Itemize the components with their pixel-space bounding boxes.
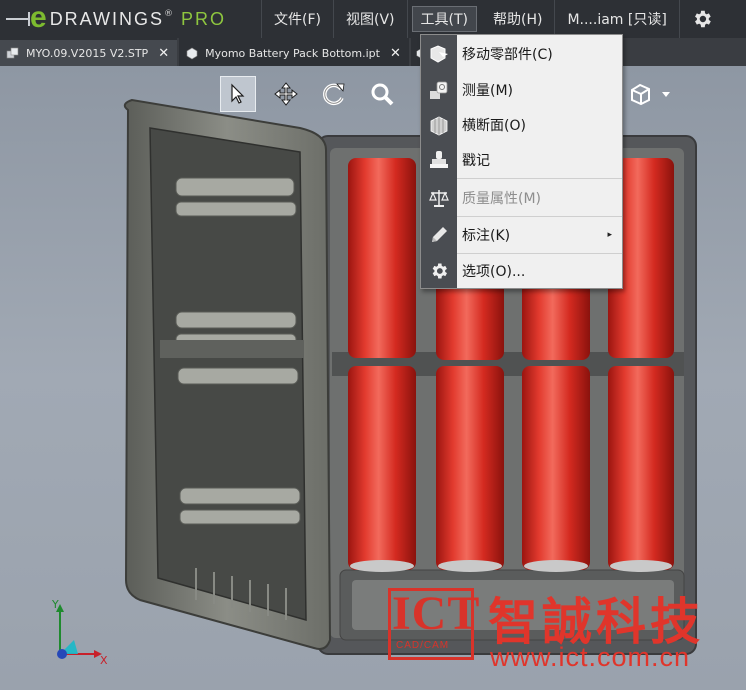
mass-properties-icon: [428, 187, 450, 209]
menu-item-measure[interactable]: 测量(M): [421, 73, 622, 107]
menu-item-options[interactable]: 选项(O)...: [421, 254, 622, 288]
menu-tools[interactable]: 工具(T): [411, 6, 477, 32]
menu-item-stamp[interactable]: 戳记: [421, 143, 622, 177]
tab-label: MYO.09.V2015 V2.STP: [26, 46, 149, 60]
edrawings-logo: e DRAWINGS ® PRO: [0, 0, 262, 38]
measure-icon: [428, 79, 450, 101]
menu-help[interactable]: 帮助(H): [481, 0, 556, 38]
menu-item-label: 横断面(O): [462, 118, 526, 134]
part-icon: [186, 47, 198, 60]
model-viewport[interactable]: Y X ICT CAD/CAM 智誠科技 www.ict.com.cn: [0, 66, 746, 690]
triad-y-label: Y: [51, 598, 59, 611]
menu-item-label: 质量属性(M): [462, 191, 542, 207]
watermark-logo: ICT: [392, 587, 481, 640]
menu-item-move-component[interactable]: 移动零部件(C): [421, 37, 622, 71]
logo-e: e: [30, 0, 47, 34]
tab-battery-pack[interactable]: Myomo Battery Pack Bottom.ipt ✕: [179, 38, 409, 66]
watermark-url: www.ict.com.cn: [490, 642, 691, 672]
menu-view[interactable]: 视图(V): [334, 0, 408, 38]
select-tool-button[interactable]: [220, 76, 256, 112]
menu-item-label: 移动零部件(C): [462, 47, 553, 63]
view-dropdown-button[interactable]: [656, 76, 676, 112]
pan-tool-button[interactable]: [268, 76, 304, 112]
tools-menu-dropdown: 移动零部件(C) 测量(M) 横断面(O) 戳记 质量属性(M) 标注(K) ▸: [420, 34, 623, 289]
menu-separator: [457, 216, 622, 217]
triad-x-label: X: [100, 654, 108, 666]
title-bar: e DRAWINGS ® PRO 文件(F) 视图(V) 工具(T) 帮助(H)…: [0, 0, 746, 38]
select-arrow-icon: [231, 83, 245, 104]
watermark-logo-sub: CAD/CAM: [396, 640, 450, 651]
document-tab-bar: MYO.09.V2015 V2.STP ✕ Myomo Battery Pack…: [0, 38, 746, 66]
menu-separator: [457, 178, 622, 179]
logo-drawings: DRAWINGS: [49, 8, 165, 29]
menu-item-label: 测量(M): [462, 83, 514, 99]
settings-button[interactable]: [680, 0, 724, 38]
zoom-fit-button[interactable]: [364, 76, 400, 112]
menu-file[interactable]: 文件(F): [262, 0, 334, 38]
section-icon: [428, 114, 450, 136]
move-component-icon: [428, 43, 450, 65]
markup-pencil-icon: [428, 224, 450, 246]
view-orientation-button[interactable]: [622, 76, 658, 112]
menu-item-mass-properties: 质量属性(M): [421, 181, 622, 215]
logo-pro: PRO: [181, 8, 227, 29]
rotate-icon: [323, 83, 345, 106]
menu-item-label: 戳记: [462, 153, 490, 169]
menu-item-label: 选项(O)...: [462, 264, 526, 280]
close-icon[interactable]: ✕: [390, 46, 401, 61]
close-icon[interactable]: ✕: [158, 46, 169, 61]
menu-item-markup[interactable]: 标注(K) ▸: [421, 218, 622, 252]
tab-myo-stp[interactable]: MYO.09.V2015 V2.STP ✕: [0, 38, 178, 66]
tab-label: Myomo Battery Pack Bottom.ipt: [205, 46, 380, 60]
logo-registered: ®: [164, 9, 174, 19]
assembly-icon: [6, 47, 19, 59]
logo-arrow-icon: [6, 12, 30, 26]
menu-item-section[interactable]: 横断面(O): [421, 108, 622, 142]
pan-icon: [274, 82, 298, 106]
stamp-icon: [428, 149, 450, 171]
menu-item-label: 标注(K): [462, 228, 511, 244]
options-gear-icon: [428, 260, 450, 282]
zoom-fit-icon: [371, 83, 394, 106]
gear-icon: [694, 10, 711, 28]
rotate-tool-button[interactable]: [316, 76, 352, 112]
view-cube-icon: [631, 83, 650, 106]
document-title: M....iam [只读]: [555, 0, 680, 38]
submenu-arrow-icon: ▸: [607, 230, 612, 240]
dropdown-caret-icon: [662, 92, 670, 97]
axis-triad: Y X: [51, 598, 108, 666]
